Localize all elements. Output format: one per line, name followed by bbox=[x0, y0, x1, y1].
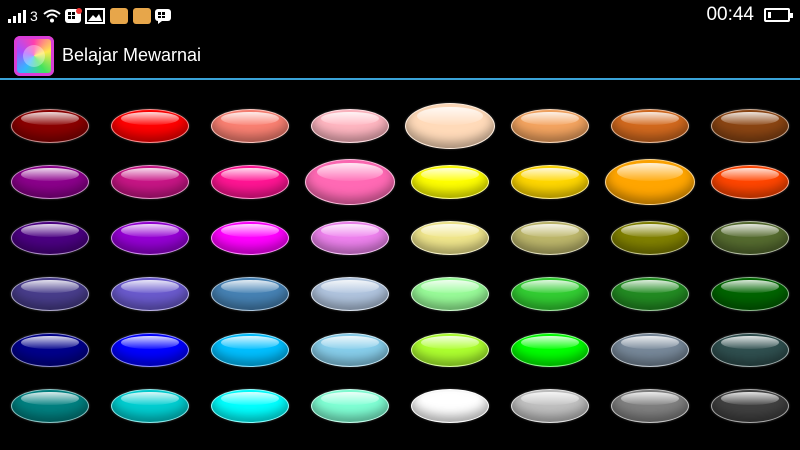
color-swatch[interactable] bbox=[511, 165, 589, 199]
color-swatch[interactable] bbox=[511, 221, 589, 255]
color-swatch[interactable] bbox=[211, 109, 289, 143]
color-swatch[interactable] bbox=[605, 159, 695, 205]
color-swatch[interactable] bbox=[611, 389, 689, 423]
color-swatch[interactable] bbox=[411, 221, 489, 255]
color-palette-grid bbox=[0, 80, 800, 450]
color-swatch[interactable] bbox=[111, 221, 189, 255]
color-swatch[interactable] bbox=[511, 109, 589, 143]
color-swatch[interactable] bbox=[511, 333, 589, 367]
color-swatch[interactable] bbox=[11, 389, 89, 423]
color-swatch[interactable] bbox=[511, 277, 589, 311]
color-swatch[interactable] bbox=[711, 165, 789, 199]
color-swatch[interactable] bbox=[311, 221, 389, 255]
image-icon bbox=[84, 8, 105, 24]
status-icons-right: 00:44 bbox=[706, 4, 793, 26]
color-swatch[interactable] bbox=[411, 277, 489, 311]
wifi-icon bbox=[43, 9, 61, 23]
color-swatch[interactable] bbox=[611, 221, 689, 255]
battery-level bbox=[768, 12, 771, 18]
color-swatch[interactable] bbox=[411, 333, 489, 367]
color-swatch[interactable] bbox=[11, 165, 89, 199]
color-swatch[interactable] bbox=[611, 333, 689, 367]
color-swatch[interactable] bbox=[111, 109, 189, 143]
color-swatch[interactable] bbox=[411, 165, 489, 199]
color-swatch[interactable] bbox=[211, 277, 289, 311]
color-swatch[interactable] bbox=[211, 389, 289, 423]
bbm-notification-icon bbox=[64, 8, 82, 23]
color-swatch[interactable] bbox=[11, 277, 89, 311]
signal-icon bbox=[8, 9, 26, 23]
color-swatch[interactable] bbox=[405, 103, 495, 149]
color-swatch[interactable] bbox=[311, 109, 389, 143]
color-swatch[interactable] bbox=[111, 277, 189, 311]
color-swatch[interactable] bbox=[111, 165, 189, 199]
bbm-icon bbox=[154, 9, 171, 24]
color-swatch[interactable] bbox=[111, 389, 189, 423]
clock: 00:44 bbox=[706, 4, 754, 25]
color-swatch[interactable] bbox=[211, 221, 289, 255]
game-notification-icon bbox=[109, 8, 128, 24]
action-bar: Belajar Mewarnai bbox=[0, 32, 800, 78]
color-swatch[interactable] bbox=[11, 221, 89, 255]
status-icons-left: 3 bbox=[8, 5, 172, 27]
color-swatch[interactable] bbox=[311, 277, 389, 311]
color-swatch[interactable] bbox=[111, 333, 189, 367]
color-swatch[interactable] bbox=[211, 165, 289, 199]
color-swatch[interactable] bbox=[311, 389, 389, 423]
app-icon[interactable] bbox=[14, 36, 54, 76]
color-swatch[interactable] bbox=[11, 333, 89, 367]
battery-icon bbox=[764, 8, 793, 22]
color-swatch[interactable] bbox=[711, 277, 789, 311]
network-type-label: 3 bbox=[30, 8, 38, 24]
color-swatch[interactable] bbox=[305, 159, 395, 205]
color-swatch[interactable] bbox=[411, 389, 489, 423]
color-swatch[interactable] bbox=[711, 109, 789, 143]
color-swatch[interactable] bbox=[11, 109, 89, 143]
color-swatch[interactable] bbox=[711, 333, 789, 367]
status-bar: 3 00:44 bbox=[0, 0, 800, 32]
color-swatch[interactable] bbox=[511, 389, 589, 423]
color-swatch[interactable] bbox=[311, 333, 389, 367]
color-swatch[interactable] bbox=[611, 109, 689, 143]
color-swatch[interactable] bbox=[711, 389, 789, 423]
color-swatch[interactable] bbox=[611, 277, 689, 311]
color-swatch[interactable] bbox=[711, 221, 789, 255]
app-title: Belajar Mewarnai bbox=[62, 45, 202, 65]
game-notification-icon bbox=[132, 8, 151, 24]
color-swatch[interactable] bbox=[211, 333, 289, 367]
